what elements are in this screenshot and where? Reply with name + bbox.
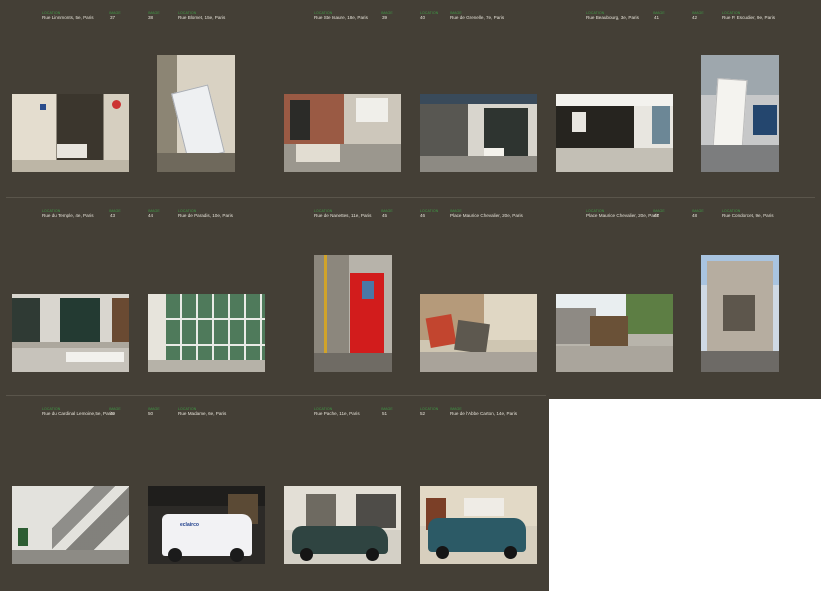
page-caption: Rue du Temple, 4e, Paris xyxy=(42,213,94,218)
page-46[interactable]: LOCATION IMAGE Place Maurice Chevalier, … xyxy=(408,198,544,394)
page-number: 39 xyxy=(382,15,388,20)
photo-white-van: eclairco xyxy=(148,486,265,564)
page-39[interactable]: LOCATION IMAGE Rue Ste Isaure, 18e, Pari… xyxy=(272,0,408,196)
page-number: 49 xyxy=(110,411,116,416)
photo-glass-facade xyxy=(148,294,265,372)
page-caption: Rue Condorcet, 9e, Paris xyxy=(722,213,774,218)
photo-square-trees xyxy=(556,294,673,372)
page-number: 51 xyxy=(382,411,388,416)
page-number: 50 xyxy=(148,411,154,416)
page-number: 52 xyxy=(420,411,426,416)
page-caption: Rue Madame, 6e, Paris xyxy=(178,411,227,416)
page-51[interactable]: LOCATION IMAGE Rue Pache, 11e, Paris 51 xyxy=(272,396,408,592)
photo-storefront xyxy=(556,94,673,172)
page-number: 37 xyxy=(110,15,116,20)
page-caption: Rue de Nanettes, 11e, Paris xyxy=(314,213,372,218)
photo-doorway-mattress xyxy=(12,94,129,172)
page-number: 41 xyxy=(654,15,660,20)
page-48[interactable]: LOCATION IMAGE Rue Condorcet, 9e, Paris … xyxy=(680,198,816,394)
page-number: 48 xyxy=(692,213,698,218)
photo-mattress-street xyxy=(701,55,779,172)
page-caption: Place Maurice Chevalier, 20e, Paris xyxy=(450,213,523,218)
page-49[interactable]: LOCATION IMAGE Rue du Cardinal Lemoine,5… xyxy=(0,396,136,592)
page-45[interactable]: LOCATION IMAGE Rue de Nanettes, 11e, Par… xyxy=(272,198,408,394)
page-number: 38 xyxy=(148,15,154,20)
page-number: 40 xyxy=(420,15,426,20)
page-caption: Rue Beaubourg, 3e, Paris xyxy=(586,15,639,20)
page-41[interactable]: LOCATION IMAGE Rue Beaubourg, 3e, Paris … xyxy=(544,0,680,196)
page-43[interactable]: LOCATION IMAGE Rue du Temple, 4e, Paris … xyxy=(0,198,136,394)
page-37[interactable]: LOCATION IMAGE Rue Linnmonts, 5e, Paris … xyxy=(0,0,136,196)
photo-green-car xyxy=(284,486,401,564)
blank-area xyxy=(549,399,821,591)
photo-green-doors xyxy=(12,294,129,372)
page-caption: Rue de l'Abbe Carton, 14e, Paris xyxy=(450,411,518,416)
page-40[interactable]: LOCATION IMAGE Rue de Grenelle, 7e, Pari… xyxy=(408,0,544,196)
page-caption: Rue du Cardinal Lemoine,5e, Paris xyxy=(42,411,114,416)
page-caption: Rue de Paradis, 10e, Paris xyxy=(178,213,233,218)
photo-teal-minivan xyxy=(420,486,537,564)
photo-leaning-mattress xyxy=(157,55,235,172)
page-42[interactable]: LOCATION IMAGE Rue P. Escudier, 9e, Pari… xyxy=(680,0,816,196)
page-number: 43 xyxy=(110,213,116,218)
page-caption: Rue Pache, 11e, Paris xyxy=(314,411,360,416)
page-52[interactable]: LOCATION IMAGE Rue de l'Abbe Carton, 14e… xyxy=(408,396,544,592)
photo-graffiti-wall xyxy=(420,294,537,372)
page-caption: Rue Ste Isaure, 18e, Paris xyxy=(314,15,368,20)
photo-stone-building xyxy=(701,255,779,372)
page-50[interactable]: LOCATION IMAGE Rue Madame, 6e, Paris 50 … xyxy=(136,396,272,592)
photo-brick-building xyxy=(284,94,401,172)
photo-shop-shutter xyxy=(420,94,537,172)
page-caption: Rue P. Escudier, 9e, Paris xyxy=(722,15,776,20)
page-caption: Rue de Grenelle, 7e, Paris xyxy=(450,15,505,20)
page-number: 45 xyxy=(382,213,388,218)
photo-red-mattress xyxy=(314,255,392,372)
page-number: 46 xyxy=(420,213,426,218)
page-44[interactable]: LOCATION IMAGE Rue de Paradis, 10e, Pari… xyxy=(136,198,272,394)
page-number: 44 xyxy=(148,213,154,218)
page-caption: Place Maurice Chevalier, 20e, Paris xyxy=(586,213,659,218)
van-logo: eclairco xyxy=(180,522,199,528)
page-number: 47 xyxy=(654,213,660,218)
page-caption: Rue Linnmonts, 5e, Paris xyxy=(42,15,94,20)
page-47[interactable]: LOCATION IMAGE Place Maurice Chevalier, … xyxy=(544,198,680,394)
page-caption: Rue Blomet, 15e, Paris xyxy=(178,15,226,20)
page-number: 42 xyxy=(692,15,698,20)
page-38[interactable]: LOCATION IMAGE Rue Blomet, 15e, Paris 38 xyxy=(136,0,272,196)
photo-shadow-wall xyxy=(12,486,129,564)
